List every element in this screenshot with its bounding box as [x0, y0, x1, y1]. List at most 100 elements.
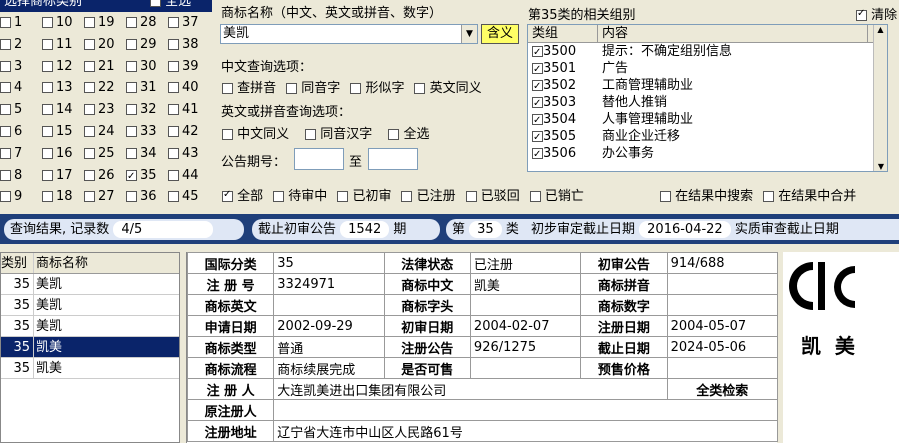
category-checkbox[interactable] — [42, 82, 53, 94]
cn-option[interactable]: 英文同义 — [414, 81, 482, 96]
groups-scrollbar[interactable]: ▲ ▼ — [873, 25, 887, 171]
en-option-checkbox[interactable] — [388, 129, 400, 140]
category-checkbox[interactable] — [42, 169, 53, 181]
category-item[interactable]: 25 — [84, 145, 115, 163]
category-item[interactable]: 27 — [84, 188, 115, 206]
category-checkbox[interactable] — [42, 147, 53, 159]
category-item[interactable]: 33 — [126, 123, 157, 141]
category-item[interactable]: 23 — [84, 101, 115, 119]
category-item[interactable]: 22 — [84, 79, 115, 97]
category-checkbox[interactable] — [84, 126, 95, 137]
category-checkbox[interactable] — [168, 17, 179, 28]
clear-checkbox[interactable] — [856, 8, 867, 21]
category-item[interactable]: 15 — [42, 123, 73, 141]
category-checkbox[interactable] — [126, 60, 137, 72]
category-item[interactable]: 12 — [42, 58, 73, 76]
category-item[interactable]: 32 — [126, 101, 157, 119]
category-checkbox[interactable] — [84, 169, 95, 181]
table-row[interactable]: 35 美凯 — [1, 316, 179, 337]
category-item[interactable]: 9 — [0, 188, 22, 206]
category-item[interactable]: 13 — [42, 79, 73, 97]
cn-option-checkbox[interactable] — [286, 83, 298, 94]
cn-option-checkbox[interactable] — [350, 83, 362, 94]
cn-option-checkbox[interactable] — [222, 83, 233, 94]
category-item[interactable]: 34 — [126, 145, 157, 163]
group-row[interactable]: 3501 广告 — [528, 60, 887, 78]
clear-toggle[interactable]: 清除 — [856, 4, 897, 23]
category-checkbox[interactable] — [0, 38, 11, 50]
category-checkbox[interactable] — [0, 191, 11, 203]
status-filter[interactable]: 已销亡 — [529, 189, 584, 204]
category-checkbox[interactable] — [0, 126, 11, 137]
status-filter-checkbox[interactable] — [465, 191, 477, 202]
category-item[interactable]: 36 — [126, 188, 157, 206]
category-checkbox[interactable] — [84, 82, 95, 94]
category-item[interactable]: 4 — [0, 79, 22, 97]
category-item[interactable]: 11 — [42, 36, 73, 54]
category-item[interactable]: 16 — [42, 145, 73, 163]
category-item[interactable]: 39 — [168, 58, 199, 76]
category-item[interactable]: 35 — [126, 167, 157, 186]
category-item[interactable]: 44 — [168, 167, 199, 185]
category-checkbox[interactable] — [84, 191, 95, 203]
category-item[interactable]: 19 — [84, 14, 115, 32]
result-filter-checkbox[interactable] — [763, 191, 775, 202]
group-checkbox[interactable] — [532, 112, 543, 129]
category-checkbox[interactable] — [0, 82, 11, 94]
category-item[interactable]: 8 — [0, 167, 22, 185]
category-checkbox[interactable] — [84, 147, 95, 159]
group-checkbox[interactable] — [532, 44, 543, 61]
category-item[interactable]: 29 — [126, 36, 157, 54]
group-row[interactable]: 3503 替他人推销 — [528, 94, 887, 112]
category-item[interactable]: 31 — [126, 79, 157, 97]
scroll-up-icon[interactable]: ▲ — [874, 25, 887, 34]
search-all-button[interactable]: 全类检索 — [666, 378, 779, 400]
category-checkbox[interactable] — [126, 104, 137, 116]
cn-option[interactable]: 同音字 — [286, 81, 340, 96]
en-option[interactable]: 中文同义 — [222, 127, 289, 142]
category-item[interactable]: 38 — [168, 36, 199, 54]
category-checkbox[interactable] — [126, 168, 137, 186]
category-checkbox[interactable] — [84, 38, 95, 50]
status-filter-checkbox[interactable] — [273, 191, 285, 202]
category-checkbox[interactable] — [0, 169, 11, 181]
category-item[interactable]: 37 — [168, 14, 199, 32]
status-filter-checkbox[interactable] — [529, 191, 541, 202]
group-checkbox[interactable] — [532, 95, 543, 112]
cn-option-checkbox[interactable] — [414, 83, 426, 94]
category-checkbox[interactable] — [168, 169, 179, 181]
category-select-all[interactable]: 全选 — [150, 0, 191, 12]
en-option-checkbox[interactable] — [222, 129, 233, 140]
category-item[interactable]: 7 — [0, 145, 22, 163]
category-item[interactable]: 17 — [42, 167, 73, 185]
status-filter[interactable]: 已初审 — [337, 189, 391, 204]
en-option-checkbox[interactable] — [305, 129, 317, 140]
group-checkbox[interactable] — [532, 61, 543, 78]
category-item[interactable]: 24 — [84, 123, 115, 141]
table-row[interactable]: 35 凯美 — [1, 358, 179, 379]
category-item[interactable]: 6 — [0, 123, 22, 141]
cn-option[interactable]: 形似字 — [350, 81, 404, 96]
cn-option[interactable]: 查拼音 — [222, 81, 276, 96]
status-filter-checkbox[interactable] — [222, 189, 233, 202]
category-checkbox[interactable] — [84, 17, 95, 28]
category-checkbox[interactable] — [42, 191, 53, 203]
category-checkbox[interactable] — [42, 38, 53, 50]
category-checkbox[interactable] — [168, 147, 179, 159]
en-option[interactable]: 同音汉字 — [305, 127, 372, 142]
category-checkbox[interactable] — [42, 17, 53, 28]
category-item[interactable]: 41 — [168, 101, 199, 119]
category-checkbox[interactable] — [42, 60, 53, 72]
category-item[interactable]: 1 — [0, 14, 22, 32]
category-checkbox[interactable] — [126, 82, 137, 94]
category-checkbox[interactable] — [0, 60, 11, 72]
group-checkbox[interactable] — [532, 146, 543, 163]
category-checkbox[interactable] — [168, 191, 179, 203]
status-filter-checkbox[interactable] — [337, 191, 349, 202]
group-checkbox[interactable] — [532, 78, 543, 95]
category-checkbox[interactable] — [42, 126, 53, 137]
period-to-input[interactable] — [368, 148, 418, 170]
category-item[interactable]: 18 — [42, 188, 73, 206]
category-item[interactable]: 3 — [0, 58, 22, 76]
scroll-down-icon[interactable]: ▼ — [874, 162, 887, 171]
